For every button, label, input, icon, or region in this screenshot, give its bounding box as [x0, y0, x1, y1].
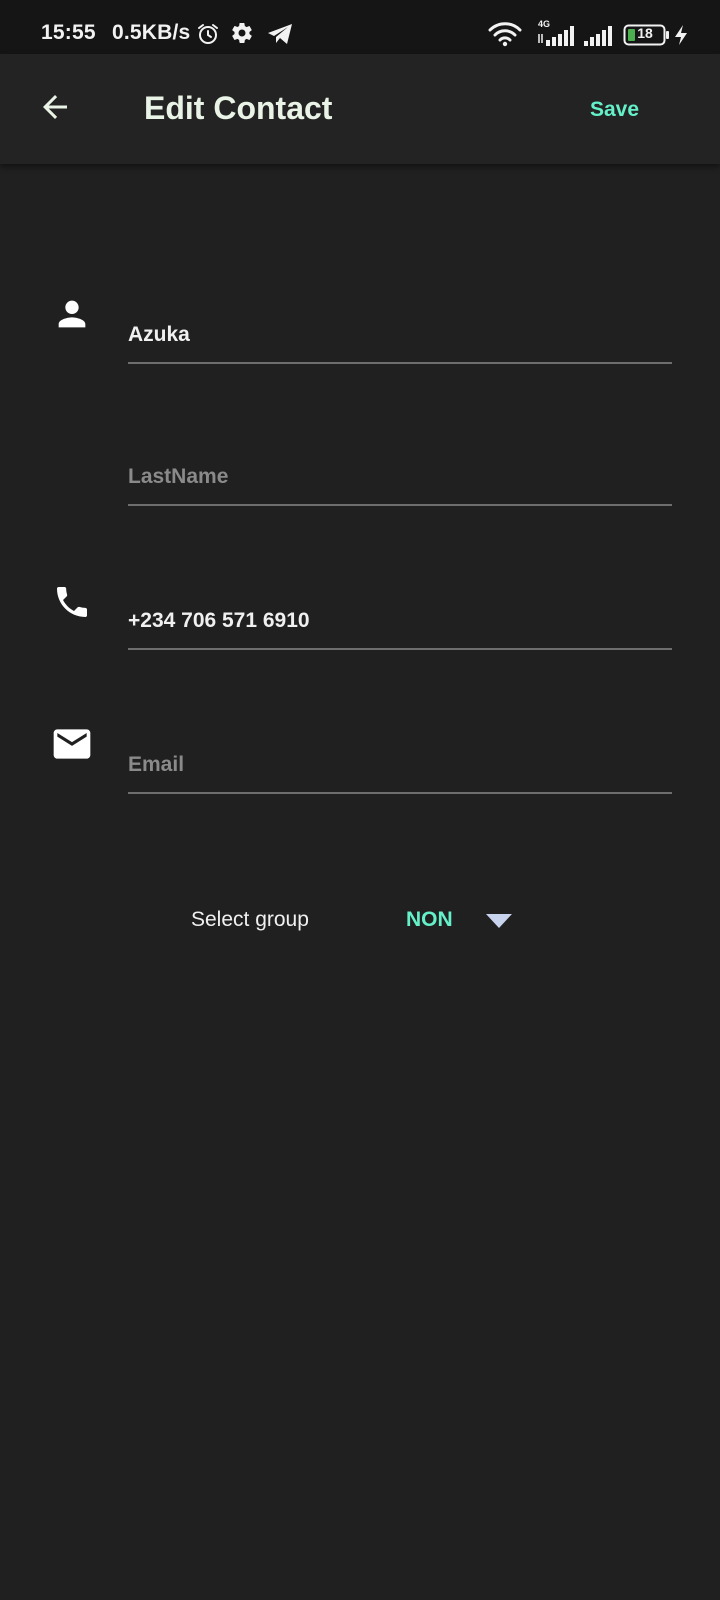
- first-name-input[interactable]: [128, 304, 672, 362]
- signal-icon: [538, 26, 576, 51]
- phone-icon: [50, 580, 94, 624]
- back-button[interactable]: [28, 82, 82, 136]
- person-icon: [50, 292, 94, 336]
- status-time: 15:55: [41, 21, 96, 44]
- first-name-field[interactable]: [128, 304, 672, 364]
- email-input[interactable]: [128, 734, 672, 792]
- signal-icon-2: [584, 26, 614, 51]
- last-name-field[interactable]: [128, 446, 672, 506]
- alarm-icon: [196, 22, 220, 51]
- app-bar: Edit Contact Save: [0, 54, 720, 164]
- status-bar: 15:55 0.5KB/s 4G 18: [0, 0, 720, 54]
- group-selected-value: NON: [406, 908, 453, 931]
- arrow-back-icon: [37, 89, 73, 130]
- last-name-input[interactable]: [128, 446, 672, 504]
- select-group-label: Select group: [191, 908, 309, 931]
- save-button[interactable]: Save: [590, 98, 639, 122]
- group-dropdown[interactable]: NON: [402, 900, 532, 942]
- email-field[interactable]: [128, 734, 672, 794]
- mail-icon: [50, 722, 94, 766]
- phone-input[interactable]: [128, 590, 672, 648]
- page-title: Edit Contact: [144, 90, 333, 126]
- status-network-speed: 0.5KB/s: [112, 21, 191, 44]
- charging-icon: [673, 24, 689, 51]
- edit-contact-screen: 15:55 0.5KB/s 4G 18 Edit Contact Save Az…: [0, 0, 720, 1600]
- wifi-icon: [488, 21, 522, 52]
- phone-field[interactable]: [128, 590, 672, 650]
- telegram-icon: [266, 22, 294, 51]
- battery-level: 18: [637, 25, 653, 41]
- settings-icon: [230, 21, 254, 50]
- dropdown-arrow-icon: [486, 914, 512, 933]
